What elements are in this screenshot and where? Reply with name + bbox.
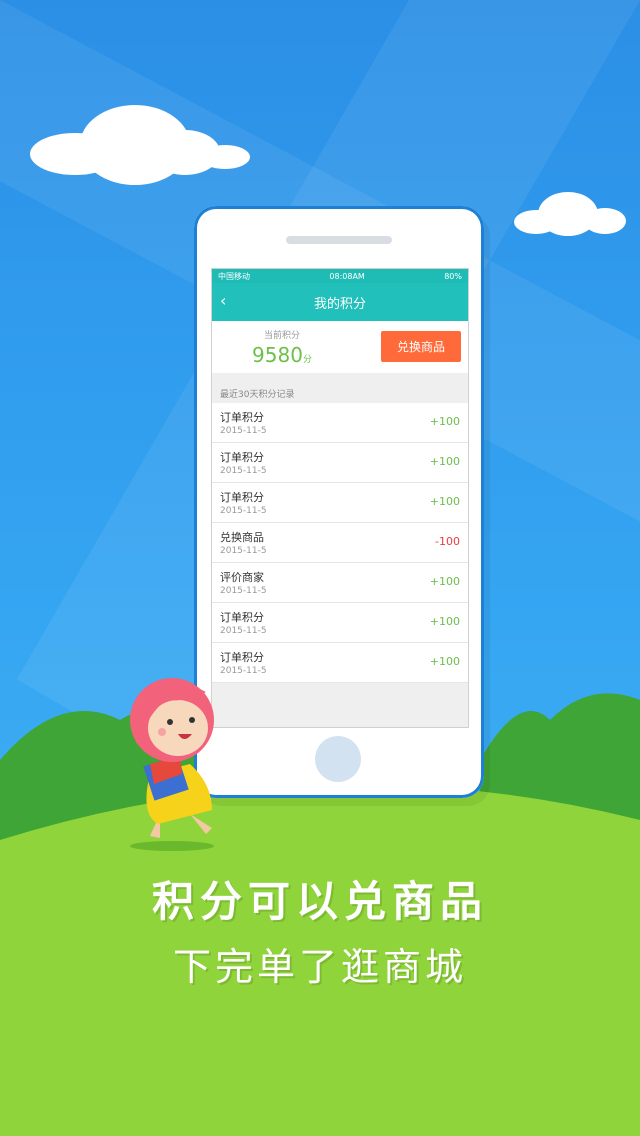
points-value: 9580 <box>252 342 303 367</box>
cartoon-girl-illustration <box>130 678 214 851</box>
record-date: 2015-11-5 <box>220 626 267 636</box>
record-date: 2015-11-5 <box>220 506 267 516</box>
nav-bar: ‹ 我的积分 <box>212 283 468 321</box>
record-name: 兑换商品 <box>220 531 264 544</box>
status-bar: 中国移动 08:08AM 80% <box>212 269 468 283</box>
points-unit: 分 <box>302 354 312 365</box>
list-item[interactable]: 订单积分 2015-11-5 +100 <box>212 603 468 643</box>
status-time: 08:08AM <box>329 271 365 281</box>
record-date: 2015-11-5 <box>220 586 267 596</box>
record-date: 2015-11-5 <box>220 466 267 476</box>
redeem-button[interactable]: 兑换商品 <box>381 331 461 362</box>
record-delta: +100 <box>429 495 460 508</box>
caption-line-2: 下完单了逛商城 <box>172 945 467 989</box>
phone-speaker <box>286 236 392 244</box>
caption-line-1: 积分可以兑商品 <box>151 877 488 926</box>
list-item[interactable]: 评价商家 2015-11-5 +100 <box>212 563 468 603</box>
record-delta: +100 <box>429 615 460 628</box>
list-item[interactable]: 订单积分 2015-11-5 +100 <box>212 403 468 443</box>
battery-label: 80% <box>444 271 462 281</box>
record-delta: +100 <box>429 575 460 588</box>
page-title: 我的积分 <box>313 296 366 312</box>
records-section-title: 最近30天积分记录 <box>220 390 295 400</box>
list-item[interactable]: 订单积分 2015-11-5 +100 <box>212 643 468 683</box>
record-name: 订单积分 <box>220 491 264 504</box>
phone-screen: 中国移动 08:08AM 80% ‹ 我的积分 当前积分 9580分 兑换商品 … <box>211 268 469 728</box>
record-delta: +100 <box>429 455 460 468</box>
record-delta: +100 <box>429 655 460 668</box>
record-date: 2015-11-5 <box>220 426 267 436</box>
points-display: 当前积分 9580分 <box>212 328 352 367</box>
record-name: 订单积分 <box>220 651 264 664</box>
record-delta: -100 <box>435 535 460 548</box>
points-summary: 当前积分 9580分 兑换商品 <box>212 321 468 373</box>
carrier-label: 中国移动 <box>218 271 250 281</box>
back-arrow-icon[interactable]: ‹ <box>220 291 226 310</box>
record-delta: +100 <box>429 415 460 428</box>
records-list: 订单积分 2015-11-5 +100 订单积分 2015-11-5 +100 … <box>212 403 468 683</box>
list-item[interactable]: 订单积分 2015-11-5 +100 <box>212 483 468 523</box>
list-item[interactable]: 订单积分 2015-11-5 +100 <box>212 443 468 483</box>
record-name: 订单积分 <box>220 411 264 424</box>
phone-mockup: 中国移动 08:08AM 80% ‹ 我的积分 当前积分 9580分 兑换商品 … <box>194 206 484 798</box>
record-name: 评价商家 <box>220 571 264 584</box>
points-label: 当前积分 <box>263 330 300 341</box>
record-date: 2015-11-5 <box>220 546 267 556</box>
home-button[interactable] <box>315 736 361 782</box>
record-name: 订单积分 <box>220 611 264 624</box>
list-item[interactable]: 兑换商品 2015-11-5 -100 <box>212 523 468 563</box>
record-name: 订单积分 <box>220 451 264 464</box>
